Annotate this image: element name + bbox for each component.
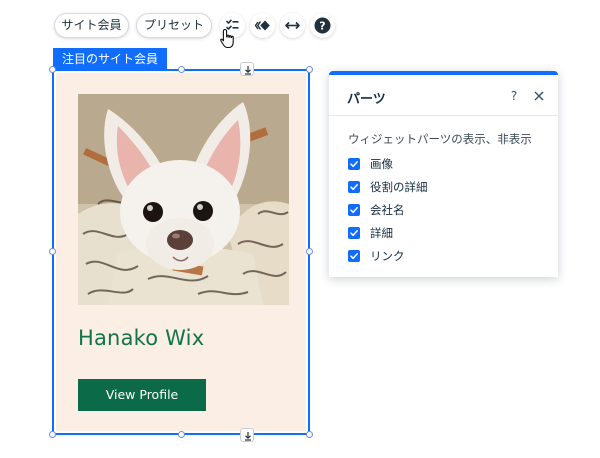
selected-component-tag[interactable]: 注目のサイト会員: [53, 48, 168, 70]
stretch-top-handle[interactable]: [240, 62, 254, 76]
member-name[interactable]: Hanako Wix: [78, 326, 204, 350]
option-label: リンク: [370, 249, 405, 263]
panel-divider: [329, 115, 558, 116]
resize-handle-bottom-left[interactable]: [49, 431, 56, 438]
checkmark-icon: [350, 230, 358, 237]
animation-button[interactable]: [250, 13, 275, 38]
stretch-button[interactable]: [280, 13, 305, 38]
option-label: 詳細: [370, 226, 393, 240]
member-card[interactable]: Hanako Wix View Profile: [56, 73, 306, 431]
hand-cursor-icon: [220, 28, 234, 49]
help-button[interactable]: ?: [310, 13, 335, 38]
resize-handle-bottom-right[interactable]: [306, 431, 313, 438]
resize-handle-top-right[interactable]: [306, 66, 313, 73]
help-glyph: ?: [319, 19, 325, 32]
stretch-bottom-handle[interactable]: [240, 428, 254, 442]
animation-icon: [254, 20, 270, 31]
checkmark-icon: [350, 161, 358, 168]
option-label: 会社名: [370, 203, 405, 217]
member-photo[interactable]: [78, 94, 289, 305]
panel-subtitle: ウィジェットパーツの表示、非表示: [348, 132, 532, 146]
option-label: 画像: [370, 157, 393, 171]
preset-button[interactable]: プリセット: [136, 13, 212, 38]
view-profile-button[interactable]: View Profile: [78, 379, 206, 411]
checkbox[interactable]: [348, 227, 360, 239]
checkbox[interactable]: [348, 181, 360, 193]
chihuahua-photo: [78, 94, 289, 305]
checkbox[interactable]: [348, 158, 360, 170]
stretch-icon: [285, 21, 300, 30]
resize-handle-top[interactable]: [178, 66, 185, 73]
close-icon[interactable]: [533, 90, 545, 102]
download-arrow-icon: [245, 66, 251, 75]
resize-handle-left[interactable]: [49, 248, 56, 255]
option-label: 役割の詳細: [370, 180, 428, 194]
checkmark-icon: [350, 253, 358, 260]
download-arrow-icon: [245, 432, 251, 441]
panel-title: パーツ: [347, 92, 386, 107]
resize-handle-right[interactable]: [306, 248, 313, 255]
checkmark-icon: [350, 184, 358, 191]
site-members-button[interactable]: サイト会員: [54, 13, 129, 38]
resize-handle-bottom[interactable]: [178, 431, 185, 438]
parts-panel: パーツ ? ウィジェットパーツの表示、非表示 画像 役割の詳細 会社名 詳細 リ: [329, 71, 558, 277]
panel-help-button[interactable]: ?: [507, 89, 521, 103]
resize-handle-top-left[interactable]: [49, 66, 56, 73]
featured-member-widget[interactable]: Hanako Wix View Profile: [49, 62, 313, 442]
checkbox[interactable]: [348, 204, 360, 216]
checkmark-icon: [350, 207, 358, 214]
checkbox[interactable]: [348, 250, 360, 262]
